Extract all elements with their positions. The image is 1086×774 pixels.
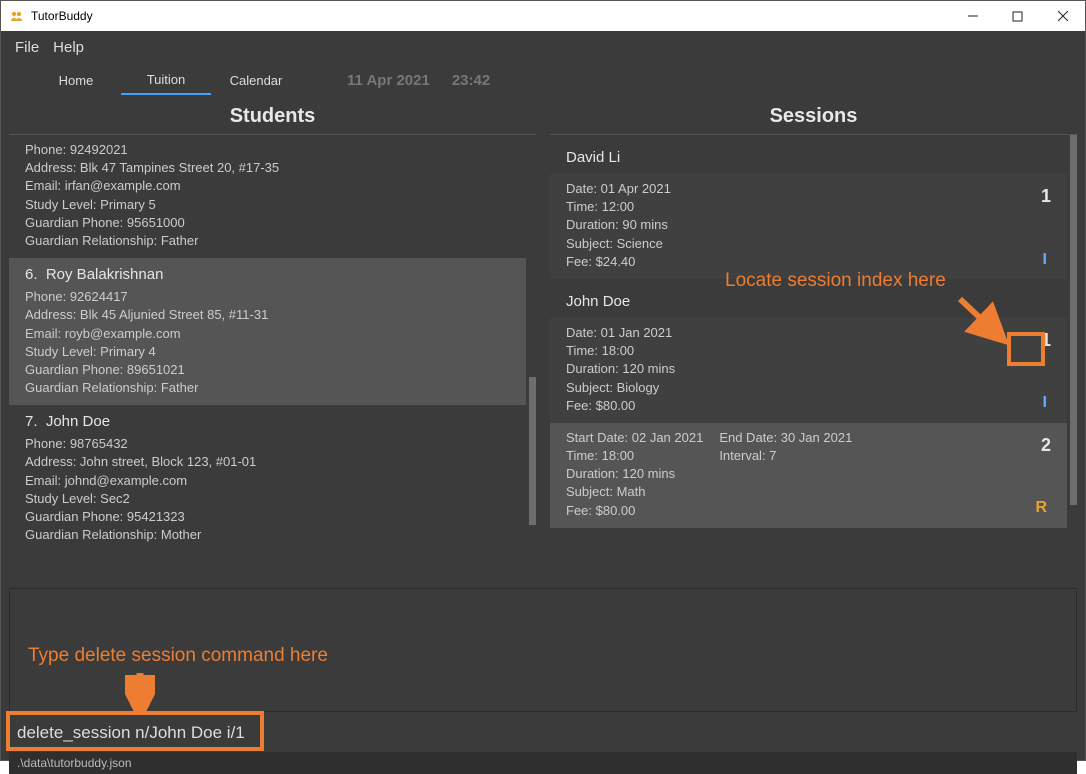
session-subject: Subject: Biology bbox=[566, 379, 1057, 397]
session-flag: R bbox=[1035, 497, 1047, 519]
student-address: Address: Blk 45 Aljunied Street 85, #11-… bbox=[25, 306, 516, 324]
annotation-command-hint: Type delete session command here bbox=[28, 645, 328, 667]
session-group: David LiDate: 01 Apr 2021Time: 12:00Dura… bbox=[550, 145, 1067, 279]
student-address: Address: Blk 47 Tampines Street 20, #17-… bbox=[25, 159, 516, 177]
menubar: File Help bbox=[1, 31, 1085, 63]
statusbar: .\data\tutorbuddy.json bbox=[9, 752, 1077, 774]
session-duration: Duration: 90 mins bbox=[566, 216, 1057, 234]
content-area: Students Phone: 92492021Address: Blk 47 … bbox=[1, 97, 1085, 582]
maximize-button[interactable] bbox=[995, 1, 1040, 31]
session-fee: Fee: $80.00 bbox=[566, 397, 1057, 415]
session-time: Time: 12:00 bbox=[566, 198, 1057, 216]
sessions-column: Sessions David LiDate: 01 Apr 2021Time: … bbox=[550, 101, 1077, 582]
student-phone: Phone: 92492021 bbox=[25, 141, 516, 159]
session-time: Time: 18:00 bbox=[566, 342, 1057, 360]
tab-tuition[interactable]: Tuition bbox=[121, 66, 211, 95]
sessions-list[interactable]: David LiDate: 01 Apr 2021Time: 12:00Dura… bbox=[550, 135, 1077, 582]
menu-help[interactable]: Help bbox=[53, 39, 84, 56]
student-guardian-phone: Guardian Phone: 89651021 bbox=[25, 361, 516, 379]
tab-row: Home Tuition Calendar 11 Apr 2021 23:42 bbox=[1, 63, 1085, 97]
session-card[interactable]: Date: 01 Jan 2021Time: 18:00Duration: 12… bbox=[550, 318, 1067, 423]
lower-pane: Type delete session command here .\data\… bbox=[1, 582, 1085, 760]
sessions-title: Sessions bbox=[550, 101, 1077, 135]
session-subject: Subject: Science bbox=[566, 235, 1057, 253]
student-card[interactable]: 6. Roy Balakrishnan Phone: 92624417Addres… bbox=[9, 258, 526, 405]
session-duration: Duration: 120 mins bbox=[566, 465, 703, 483]
app-window: TutorBuddy File Help Home Tuition Calend… bbox=[0, 0, 1086, 761]
student-guardian-relationship: Guardian Relationship: Mother bbox=[25, 526, 516, 544]
session-start-date: Start Date: 02 Jan 2021 bbox=[566, 429, 703, 447]
students-list[interactable]: Phone: 92492021Address: Blk 47 Tampines … bbox=[9, 135, 536, 582]
session-fee: Fee: $24.40 bbox=[566, 253, 1057, 271]
students-scrollbar[interactable] bbox=[529, 135, 536, 582]
student-name: 6. Roy Balakrishnan bbox=[25, 264, 516, 285]
arrow-to-command bbox=[125, 671, 155, 715]
session-date: Date: 01 Apr 2021 bbox=[566, 180, 1057, 198]
app-icon bbox=[9, 8, 25, 24]
session-duration: Duration: 120 mins bbox=[566, 360, 1057, 378]
titlebar: TutorBuddy bbox=[1, 1, 1085, 31]
session-card[interactable]: Start Date: 02 Jan 2021Time: 18:00Durati… bbox=[550, 423, 1067, 528]
session-flag: I bbox=[1043, 249, 1047, 271]
title-text: TutorBuddy bbox=[31, 9, 93, 23]
session-index: 2 bbox=[1041, 433, 1051, 458]
session-index: 1 bbox=[1041, 328, 1051, 353]
tab-calendar[interactable]: Calendar bbox=[211, 67, 301, 94]
session-card[interactable]: Date: 01 Apr 2021Time: 12:00Duration: 90… bbox=[550, 174, 1067, 279]
sessions-scrollbar[interactable] bbox=[1070, 135, 1077, 582]
result-area: Type delete session command here bbox=[9, 588, 1077, 712]
session-student-name: David Li bbox=[550, 145, 1067, 174]
tab-home[interactable]: Home bbox=[31, 67, 121, 94]
session-index: 1 bbox=[1041, 184, 1051, 209]
student-address: Address: John street, Block 123, #01-01 bbox=[25, 453, 516, 471]
status-path: .\data\tutorbuddy.json bbox=[17, 756, 132, 770]
session-time: Time: 18:00 bbox=[566, 447, 703, 465]
session-group: John DoeDate: 01 Jan 2021Time: 18:00Dura… bbox=[550, 289, 1067, 528]
command-bar bbox=[9, 718, 1077, 748]
student-email: Email: johnd@example.com bbox=[25, 472, 516, 490]
students-title: Students bbox=[9, 101, 536, 135]
student-study-level: Study Level: Primary 5 bbox=[25, 196, 516, 214]
session-date: Date: 01 Jan 2021 bbox=[566, 324, 1057, 342]
session-subject: Subject: Math bbox=[566, 483, 703, 501]
session-flag: I bbox=[1043, 392, 1047, 414]
student-email: Email: royb@example.com bbox=[25, 325, 516, 343]
students-column: Students Phone: 92492021Address: Blk 47 … bbox=[9, 101, 536, 582]
session-student-name: John Doe bbox=[550, 289, 1067, 318]
current-date: 11 Apr 2021 bbox=[347, 72, 430, 89]
student-card[interactable]: Phone: 92492021Address: Blk 47 Tampines … bbox=[9, 135, 526, 258]
minimize-button[interactable] bbox=[950, 1, 995, 31]
close-button[interactable] bbox=[1040, 1, 1085, 31]
student-email: Email: irfan@example.com bbox=[25, 177, 516, 195]
session-interval: Interval: 7 bbox=[719, 447, 852, 465]
student-card[interactable]: 7. John Doe Phone: 98765432Address: John … bbox=[9, 405, 526, 552]
student-guardian-phone: Guardian Phone: 95421323 bbox=[25, 508, 516, 526]
window-controls bbox=[950, 1, 1085, 31]
student-guardian-relationship: Guardian Relationship: Father bbox=[25, 379, 516, 397]
student-guardian-relationship: Guardian Relationship: Father bbox=[25, 232, 516, 250]
student-guardian-phone: Guardian Phone: 95651000 bbox=[25, 214, 516, 232]
session-fee: Fee: $80.00 bbox=[566, 502, 703, 520]
student-study-level: Study Level: Primary 4 bbox=[25, 343, 516, 361]
command-input[interactable] bbox=[17, 718, 262, 748]
current-time: 23:42 bbox=[452, 72, 490, 89]
student-phone: Phone: 92624417 bbox=[25, 288, 516, 306]
student-name: 7. John Doe bbox=[25, 411, 516, 432]
student-phone: Phone: 98765432 bbox=[25, 435, 516, 453]
student-study-level: Study Level: Sec2 bbox=[25, 490, 516, 508]
session-end-date: End Date: 30 Jan 2021 bbox=[719, 429, 852, 447]
menu-file[interactable]: File bbox=[15, 39, 39, 56]
